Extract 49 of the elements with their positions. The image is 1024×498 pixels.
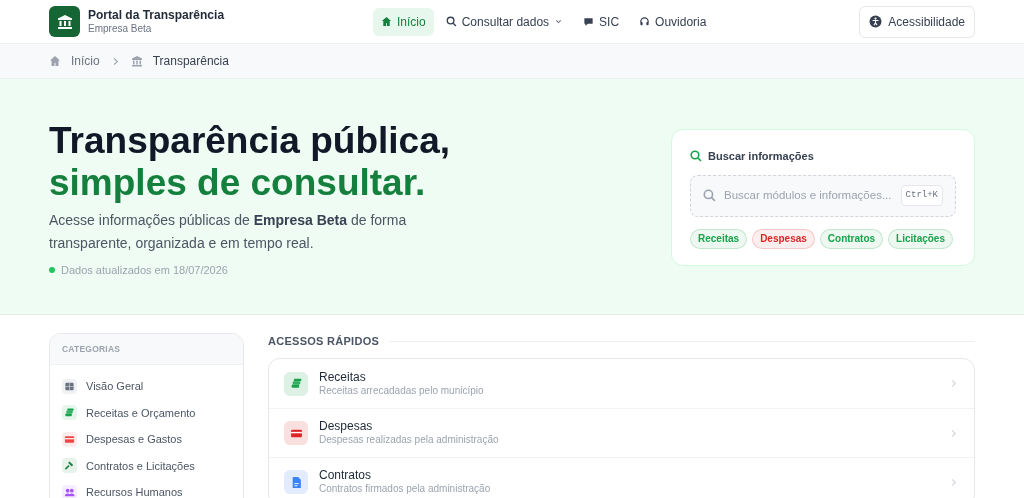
search-input[interactable]: Buscar módulos e informações... <box>724 186 893 205</box>
item-subtitle: Receitas arrecadadas pelo município <box>319 384 485 398</box>
quick-access-item[interactable]: Receitas Receitas arrecadadas pelo município <box>269 359 974 408</box>
search-field[interactable]: Buscar módulos e informações... Ctrl+K <box>690 174 956 217</box>
item-title: Receitas <box>319 369 367 385</box>
quick-access-item[interactable]: Despesas Despesas realizadas pela administração <box>269 408 974 457</box>
nav-tab[interactable]: Consultar dados <box>437 7 572 36</box>
item-subtitle: Contratos firmados pela administração <box>319 483 492 496</box>
shortcut-key: Ctrl+K <box>900 184 943 207</box>
category-label: Contratos e Licitações <box>86 458 195 474</box>
hero-description: Acesse informações públicas de Empresa Beta de forma transparente, organizada e em tempo real. <box>49 211 408 253</box>
nav-tab[interactable]: Ouvidoria <box>631 7 715 36</box>
category-label: Receitas e Orçamento <box>86 405 196 421</box>
home-icon <box>381 16 392 27</box>
headset-icon <box>639 16 651 27</box>
hero-title: simples de consultar. <box>49 163 427 203</box>
search-icon <box>703 189 716 202</box>
search-icon <box>690 150 702 163</box>
category-label: Despesas e Gastos <box>86 432 182 447</box>
search-card-title: Buscar informações <box>708 149 814 164</box>
category-label: Recursos Humanos <box>86 485 183 498</box>
nav-tab[interactable]: SIC <box>575 7 628 36</box>
chat-icon <box>583 16 595 27</box>
category-label: Visão Geral <box>86 379 144 394</box>
bank-icon <box>130 55 143 67</box>
panel-heading: CATEGORIAS <box>62 342 121 356</box>
category-item[interactable]: Contratos e Licitações <box>50 452 243 479</box>
item-title: Contratos <box>319 468 373 484</box>
home-icon <box>49 55 61 67</box>
search-icon <box>445 16 457 27</box>
breadcrumb-link[interactable]: Início <box>71 52 100 70</box>
accessibility-button[interactable]: Acessibilidade <box>859 5 975 38</box>
filter-chip[interactable]: Despesas <box>752 228 815 249</box>
hero-title: Transparência pública, <box>49 119 451 163</box>
site-subtitle: Empresa Beta <box>88 22 153 36</box>
accessibility-icon <box>869 15 883 28</box>
section-heading: ACESSOS RÁPIDOS <box>268 333 380 349</box>
item-subtitle: Despesas realizadas pela administração <box>319 434 500 447</box>
update-note: Dados atualizados em 18/07/2026 <box>61 263 228 278</box>
category-item[interactable]: Visão Geral <box>50 373 243 400</box>
category-item[interactable]: Receitas e Orçamento <box>50 399 243 426</box>
item-title: Despesas <box>319 419 374 435</box>
site-title: Portal da Transparência <box>88 7 225 23</box>
quick-access-item[interactable]: Contratos Contratos firmados pela administração <box>269 457 974 498</box>
logo-icon[interactable] <box>49 6 80 37</box>
nav-tab[interactable]: Início <box>373 7 434 36</box>
category-item[interactable]: Despesas e Gastos <box>50 426 243 453</box>
breadcrumb-link[interactable]: Transparência <box>152 52 229 70</box>
category-item[interactable]: Recursos Humanos <box>50 479 243 498</box>
